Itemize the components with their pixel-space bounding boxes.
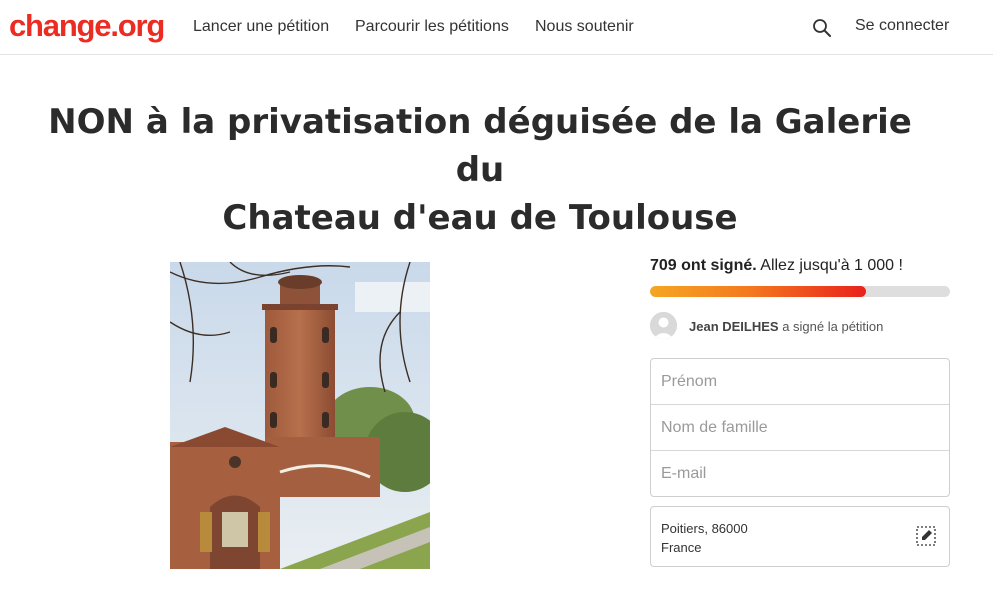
last-name-field[interactable] xyxy=(651,405,949,451)
petition-title-line1: NON à la privatisation déguisée de la Ga… xyxy=(48,102,912,190)
first-name-field[interactable] xyxy=(651,359,949,405)
recent-signer-text: Jean DEILHES a signé la pétition xyxy=(689,319,883,334)
nav-start-petition[interactable]: Lancer une pétition xyxy=(193,18,329,36)
petition-title: NON à la privatisation déguisée de la Ga… xyxy=(30,98,930,242)
signature-progress-fill xyxy=(650,286,866,297)
edit-pencil-icon[interactable] xyxy=(915,525,937,547)
user-silhouette-icon xyxy=(650,312,677,339)
top-navigation: change.org Lancer une pétition Parcourir… xyxy=(0,0,993,55)
login-link[interactable]: Se connecter xyxy=(855,17,949,35)
change-org-logo[interactable]: change.org xyxy=(9,8,165,44)
signature-count-number: 709 ont signé. xyxy=(650,257,757,274)
location-field[interactable]: Poitiers, 86000 France xyxy=(650,506,950,567)
avatar xyxy=(650,312,677,339)
nav-browse-petitions[interactable]: Parcourir les pétitions xyxy=(355,18,509,36)
email-field[interactable] xyxy=(651,451,949,497)
signature-count: 709 ont signé. Allez jusqu'à 1 000 ! xyxy=(650,257,903,275)
location-country: France xyxy=(661,540,702,555)
location-city: Poitiers, 86000 xyxy=(661,521,748,536)
water-tower-image xyxy=(170,262,430,569)
recent-signer-action: a signé la pétition xyxy=(778,319,884,334)
nav-support-us[interactable]: Nous soutenir xyxy=(535,18,634,36)
signature-form xyxy=(650,358,950,497)
petition-photo xyxy=(170,262,430,569)
petition-title-line2: Chateau d'eau de Toulouse xyxy=(222,198,738,238)
signature-goal: Allez jusqu'à 1 000 ! xyxy=(756,257,903,274)
recent-signer-name: Jean DEILHES xyxy=(689,319,779,334)
signature-progress-bar xyxy=(650,286,950,297)
search-icon[interactable] xyxy=(812,18,832,38)
